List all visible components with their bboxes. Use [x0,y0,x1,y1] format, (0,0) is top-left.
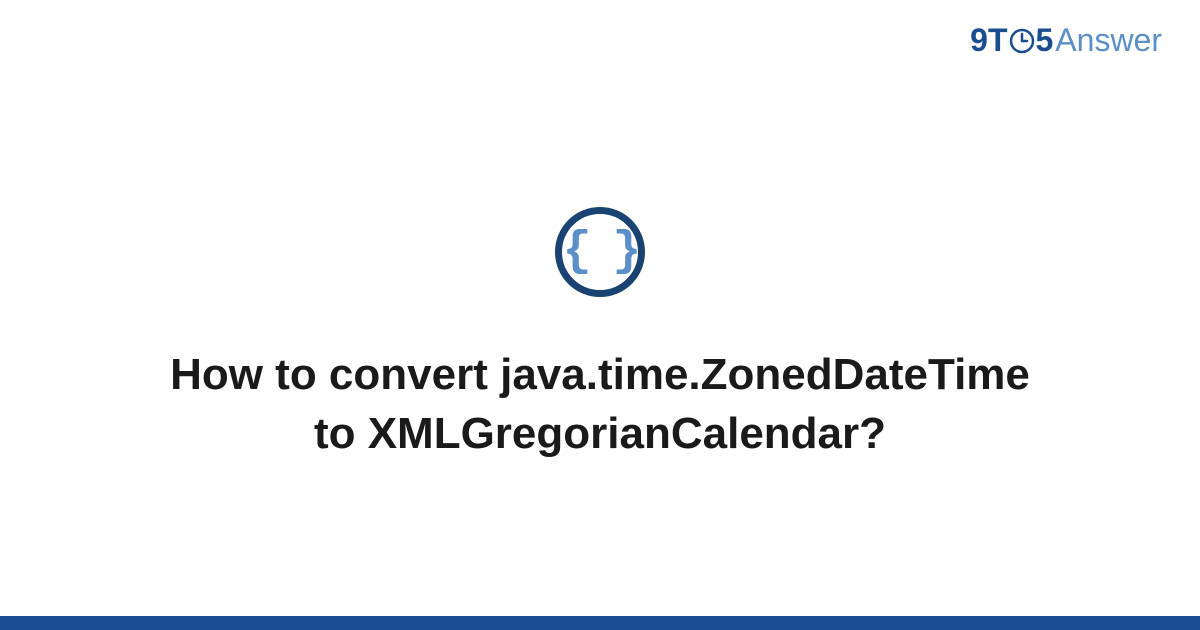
page-title: How to convert java.time.ZonedDateTime t… [150,345,1050,464]
main-content: { } How to convert java.time.ZonedDateTi… [0,0,1200,630]
footer-bar [0,616,1200,630]
code-braces-icon: { } [555,207,645,297]
braces-glyph: { } [563,228,637,276]
